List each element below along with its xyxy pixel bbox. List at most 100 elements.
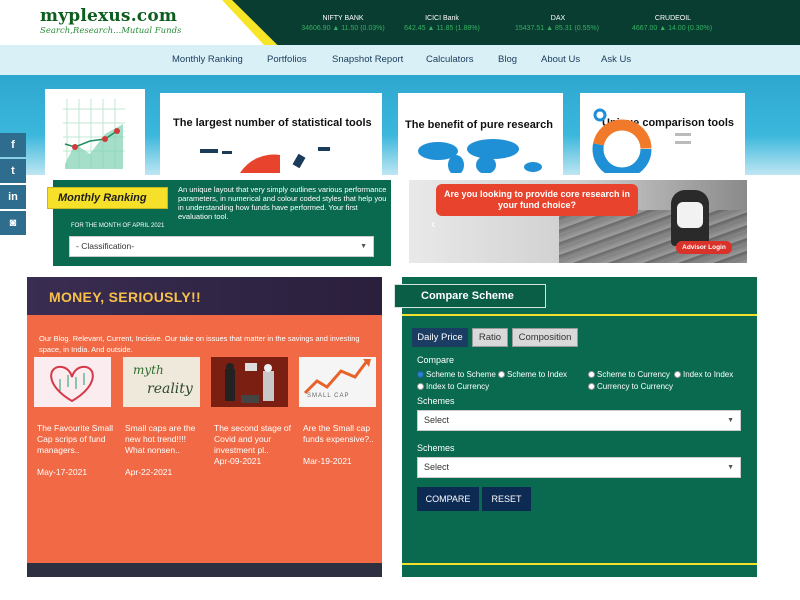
- main-nav: Monthly Ranking Portfolios Snapshot Repo…: [0, 45, 800, 75]
- money-icon[interactable]: ◙: [0, 211, 26, 235]
- radio-icon: [417, 383, 424, 390]
- blog-header: MONEY, SERIOUSLY!!: [27, 277, 382, 315]
- post-thumbnail-4[interactable]: SMALL CAP: [299, 357, 376, 407]
- site-logo[interactable]: myplexus.com Search,Research...Mutual Fu…: [40, 6, 182, 37]
- world-map-illustration: [418, 139, 542, 173]
- post-thumbnail-3[interactable]: [211, 357, 288, 407]
- reset-button[interactable]: RESET: [482, 487, 531, 511]
- nav-ask-us[interactable]: Ask Us: [601, 54, 631, 65]
- compare-scheme-panel: Compare Scheme Daily Price Ratio Composi…: [394, 277, 757, 577]
- logo-tagline: Search,Research...Mutual Funds: [40, 26, 182, 36]
- nav-snapshot-report[interactable]: Snapshot Report: [332, 54, 403, 65]
- banner-headline: Are you looking to provide core research…: [436, 184, 638, 216]
- ticker-value-nifty-bank: 34606.90 ▲ 11.50 (0.03%): [301, 25, 385, 32]
- advisor-login-button[interactable]: Advisor Login: [676, 241, 732, 254]
- carousel-indicators: [549, 255, 606, 263]
- monthly-ranking-badge[interactable]: Monthly Ranking: [47, 187, 168, 209]
- reality-label: reality: [147, 381, 193, 397]
- monthly-ranking-description: An unique layout that very simply outlin…: [178, 185, 387, 221]
- radio-label: Index to Currency: [426, 382, 490, 391]
- radio-currency-to-currency[interactable]: Currency to Currency: [588, 382, 673, 391]
- radio-label: Currency to Currency: [597, 382, 674, 391]
- tab-ratio[interactable]: Ratio: [472, 328, 508, 347]
- growth-arrow-illustration: [303, 359, 371, 395]
- advisor-promo-banner[interactable]: Are you looking to provide core research…: [409, 180, 747, 263]
- chevron-down-icon: ▼: [727, 417, 734, 424]
- radio-label: Index to Index: [683, 370, 734, 379]
- classification-select-value: - Classification-: [76, 241, 135, 251]
- site-header: myplexus.com Search,Research...Mutual Fu…: [0, 0, 800, 45]
- blog-footer-bar: [27, 563, 382, 577]
- radio-index-to-currency[interactable]: Index to Currency: [417, 382, 489, 391]
- blog-panel: MONEY, SERIOUSLY!! Our Blog. Relevant, C…: [27, 277, 382, 577]
- compare-button[interactable]: COMPARE: [417, 487, 479, 511]
- radio-label: Scheme to Scheme: [426, 370, 496, 379]
- compare-scheme-title: Compare Scheme: [394, 284, 546, 308]
- scheme-select-2[interactable]: Select ▼: [417, 457, 741, 478]
- hero-stats-card: The largest number of statistical tools: [160, 93, 382, 175]
- tab-composition[interactable]: Composition: [512, 328, 578, 347]
- post-title-2[interactable]: Small caps are the new hot trend!!!! Wha…: [125, 423, 207, 456]
- blog-description: Our Blog. Relevant, Current, Incisive. O…: [39, 334, 360, 354]
- radio-scheme-to-currency[interactable]: Scheme to Currency: [588, 370, 670, 379]
- grid-chart-illustration: [63, 99, 125, 169]
- radio-label: Scheme to Currency: [597, 370, 670, 379]
- carousel-prev-icon[interactable]: ‹: [431, 216, 435, 231]
- twitter-icon[interactable]: t: [0, 159, 26, 183]
- logo-name: myplexus.com: [40, 6, 178, 26]
- radio-selected-icon: [417, 371, 424, 378]
- post-thumbnail-1[interactable]: [34, 357, 111, 407]
- covid-people-illustration: [225, 363, 274, 403]
- radio-icon: [588, 383, 595, 390]
- scheme-select-2-value: Select: [424, 462, 450, 472]
- donut-chart-illustration: [592, 108, 691, 173]
- radio-scheme-to-scheme[interactable]: Scheme to Scheme: [417, 370, 496, 379]
- nav-blog[interactable]: Blog: [498, 54, 517, 65]
- radio-scheme-to-index[interactable]: Scheme to Index: [498, 370, 567, 379]
- radio-icon: [674, 371, 681, 378]
- post-date-4: Mar-19-2021: [303, 456, 352, 466]
- radio-index-to-index[interactable]: Index to Index: [674, 370, 733, 379]
- divider: [402, 563, 757, 565]
- radio-label: Scheme to Index: [507, 370, 568, 379]
- nav-about-us[interactable]: About Us: [541, 54, 580, 65]
- hero-comparison-card: Unique comparison tools: [580, 93, 745, 175]
- nav-monthly-ranking[interactable]: Monthly Ranking: [172, 54, 243, 65]
- tab-daily-price[interactable]: Daily Price: [412, 328, 468, 347]
- monthly-ranking-panel: Monthly Ranking An unique layout that ve…: [47, 180, 391, 266]
- facebook-icon[interactable]: f: [0, 133, 26, 157]
- ticker-value-dax: 15437.51 ▲ 85.31 (0.55%): [515, 25, 599, 32]
- heart-chart-icon: [50, 365, 94, 403]
- post-thumbnail-2[interactable]: myth reality: [123, 357, 200, 407]
- linkedin-icon[interactable]: in: [0, 185, 26, 209]
- market-ticker: NIFTY BANK 34606.90 ▲ 11.50 (0.03%) ICIC…: [232, 0, 800, 45]
- ticker-value-icici-bank: 642.45 ▲ 11.85 (1.88%): [404, 25, 480, 32]
- classification-select[interactable]: - Classification- ▼: [69, 236, 374, 257]
- schemes-label-2: Schemes: [417, 443, 455, 453]
- radio-icon: [588, 371, 595, 378]
- hero-chart-card: [45, 89, 145, 175]
- scheme-select-1-value: Select: [424, 415, 450, 425]
- small-cap-label: SMALL CAP: [307, 393, 350, 399]
- post-date-1: May-17-2021: [37, 467, 88, 477]
- divider: [402, 314, 757, 316]
- post-title-3[interactable]: The second stage of Covid and your inves…: [214, 423, 296, 456]
- stats-gauge-illustration: [200, 147, 330, 173]
- post-date-3: Apr-09-2021: [214, 456, 262, 466]
- ticker-label-dax: DAX: [550, 15, 566, 22]
- post-date-2: Apr-22-2021: [125, 467, 173, 477]
- scheme-select-1[interactable]: Select ▼: [417, 410, 741, 431]
- post-title-1[interactable]: The Favourite Small Cap scrips of fund m…: [37, 423, 119, 456]
- compare-label: Compare: [417, 355, 455, 365]
- monthly-ranking-month: FOR THE MONTH OF APRIL 2021: [71, 223, 165, 229]
- ticker-value-crudeoil: 4667.00 ▲ 14.00 (0.30%): [631, 25, 713, 32]
- post-title-4[interactable]: Are the Small cap funds expensive?..: [303, 423, 375, 445]
- ticker-label-nifty-bank: NIFTY BANK: [322, 15, 364, 22]
- myth-label: myth: [133, 363, 164, 377]
- blog-title: MONEY, SERIOUSLY!!: [49, 289, 201, 305]
- nav-portfolios[interactable]: Portfolios: [267, 54, 307, 65]
- nav-calculators[interactable]: Calculators: [426, 54, 474, 65]
- schemes-label-1: Schemes: [417, 396, 455, 406]
- ticker-label-crudeoil: CRUDEOIL: [654, 15, 692, 22]
- person-shirt-illustration: [677, 202, 703, 228]
